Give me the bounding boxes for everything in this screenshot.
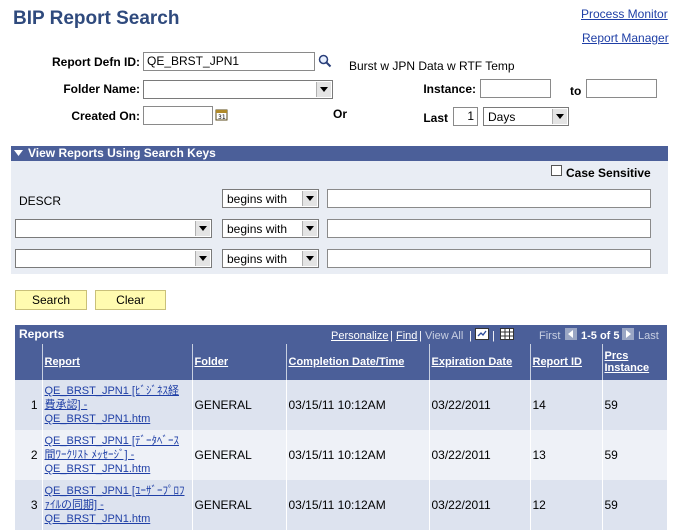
lookup-icon[interactable]	[318, 54, 332, 68]
folder-cell: GENERAL	[192, 430, 287, 480]
instance-from-input[interactable]	[480, 79, 551, 98]
report-defn-description: Burst w JPN Data w RTF Temp	[349, 59, 515, 73]
chevron-down-icon	[302, 221, 317, 236]
table-row: 2 QE_BRST_JPN1 [ﾃﾞｰﾀﾍﾞｰｽ間ﾜｰｸﾘｽﾄ ﾒｯｾｰｼﾞ] …	[15, 430, 668, 480]
last-unit-select[interactable]: Days	[483, 107, 569, 126]
report-id-cell: 14	[530, 380, 603, 430]
report-manager-link[interactable]: Report Manager	[582, 31, 669, 45]
column-header-report-id[interactable]: Report ID	[530, 344, 603, 380]
instance-label: Instance:	[423, 82, 476, 96]
separator: |	[419, 330, 422, 342]
search-keys-title: View Reports Using Search Keys	[28, 146, 216, 160]
chevron-down-icon	[316, 82, 331, 97]
chevron-down-icon	[302, 191, 317, 206]
separator: |	[469, 330, 472, 342]
report-link[interactable]: QE_BRST_JPN1 [ﾃﾞｰﾀﾍﾞｰｽ間ﾜｰｸﾘｽﾄ ﾒｯｾｰｼﾞ] - …	[45, 434, 190, 476]
table-row: 1 QE_BRST_JPN1 [ﾋﾞｼﾞﾈｽ経費承認] - QE_BRST_JP…	[15, 380, 668, 430]
search-key-field-label: DESCR	[19, 194, 62, 208]
search-key-field-select[interactable]	[15, 249, 212, 268]
page-title: BIP Report Search	[13, 8, 180, 29]
table-row: 3 QE_BRST_JPN1 [ﾕｰｻﾞｰﾌﾟﾛﾌｧｲﾙの同期] - QE_BR…	[15, 480, 668, 530]
column-header-report[interactable]: Report	[42, 344, 193, 380]
chevron-down-icon	[552, 109, 567, 124]
search-key-value-input[interactable]	[327, 219, 651, 238]
folder-cell: GENERAL	[192, 480, 287, 530]
folder-name-label: Folder Name:	[63, 82, 140, 96]
last-label: Last	[423, 111, 448, 125]
report-defn-input[interactable]: QE_BRST_JPN1	[143, 52, 315, 71]
row-number: 2	[15, 430, 43, 480]
report-link[interactable]: QE_BRST_JPN1 [ﾕｰｻﾞｰﾌﾟﾛﾌｧｲﾙの同期] - QE_BRST…	[45, 484, 190, 526]
column-header-completion[interactable]: Completion Date/Time	[286, 344, 430, 380]
search-button[interactable]: Search	[15, 290, 87, 310]
folder-name-select[interactable]	[143, 80, 333, 99]
search-key-field-select[interactable]	[15, 219, 212, 238]
clear-button[interactable]: Clear	[95, 290, 166, 310]
view-all-link[interactable]: View All	[425, 330, 463, 342]
report-link[interactable]: QE_BRST_JPN1 [ﾋﾞｼﾞﾈｽ経費承認] - QE_BRST_JPN1…	[45, 384, 190, 426]
case-sensitive-label: Case Sensitive	[566, 166, 651, 180]
calendar-icon[interactable]: 31	[215, 108, 228, 121]
created-on-input[interactable]	[143, 106, 213, 125]
instance-to-label: to	[570, 84, 582, 98]
prcs-instance-cell: 59	[602, 480, 668, 530]
column-header-row-number	[15, 344, 43, 380]
column-header-folder[interactable]: Folder	[192, 344, 287, 380]
report-defn-label: Report Defn ID:	[52, 55, 140, 69]
next-page-icon[interactable]	[622, 328, 634, 340]
personalize-link[interactable]: Personalize	[331, 330, 388, 342]
last-count-input[interactable]: 1	[453, 107, 478, 126]
page-range: 1-5 of 5	[581, 330, 620, 342]
folder-cell: GENERAL	[192, 380, 287, 430]
reports-table: Report Folder Completion Date/Time Expir…	[15, 344, 668, 530]
table-header-row: Report Folder Completion Date/Time Expir…	[15, 344, 667, 380]
svg-text:31: 31	[218, 114, 226, 121]
search-key-value-input[interactable]	[327, 189, 651, 208]
or-label: Or	[333, 107, 348, 121]
search-key-operator-select[interactable]: begins with	[222, 189, 319, 208]
report-id-cell: 12	[530, 480, 603, 530]
collapse-triangle-icon[interactable]	[14, 150, 23, 157]
search-key-operator-select[interactable]: begins with	[222, 219, 319, 238]
find-link[interactable]: Find	[396, 330, 417, 342]
row-number: 1	[15, 380, 43, 430]
instance-to-input[interactable]	[586, 79, 657, 98]
row-number: 3	[15, 480, 43, 530]
completion-cell: 03/15/11 10:12AM	[286, 430, 430, 480]
prcs-instance-cell: 59	[602, 430, 668, 480]
reports-grid-title: Reports	[19, 327, 65, 341]
prcs-instance-cell: 59	[602, 380, 668, 430]
search-keys-header[interactable]: View Reports Using Search Keys	[11, 146, 668, 161]
reports-grid-header: Reports Personalize | Find | View All | …	[15, 325, 667, 344]
created-on-label: Created On:	[71, 109, 140, 123]
download-icon[interactable]	[475, 328, 489, 340]
case-sensitive-checkbox[interactable]	[551, 165, 562, 176]
chevron-down-icon	[195, 251, 210, 266]
completion-cell: 03/15/11 10:12AM	[286, 380, 430, 430]
process-monitor-link[interactable]: Process Monitor	[581, 7, 668, 21]
chevron-down-icon	[302, 251, 317, 266]
last-link[interactable]: Last	[638, 330, 659, 342]
chevron-down-icon	[195, 221, 210, 236]
separator: |	[492, 330, 495, 342]
previous-page-icon[interactable]	[565, 328, 577, 340]
expiration-cell: 03/22/2011	[429, 430, 531, 480]
first-link[interactable]: First	[539, 330, 560, 342]
search-key-operator-select[interactable]: begins with	[222, 249, 319, 268]
expiration-cell: 03/22/2011	[429, 480, 531, 530]
completion-cell: 03/15/11 10:12AM	[286, 480, 430, 530]
report-id-cell: 13	[530, 430, 603, 480]
column-header-prcs-instance[interactable]: Prcs Instance	[602, 344, 667, 380]
separator: |	[390, 330, 393, 342]
column-header-expiration[interactable]: Expiration Date	[429, 344, 531, 380]
expiration-cell: 03/22/2011	[429, 380, 531, 430]
search-key-value-input[interactable]	[327, 249, 651, 268]
grid-icon[interactable]	[500, 328, 514, 340]
